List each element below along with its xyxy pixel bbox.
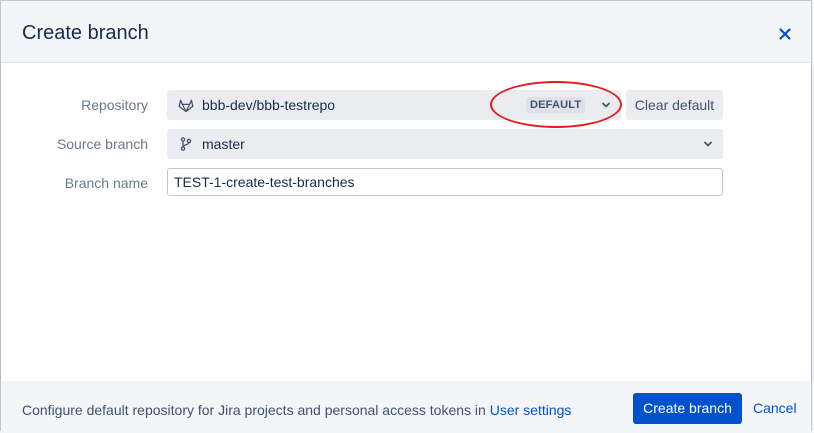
close-button[interactable]	[771, 21, 799, 47]
chevron-down-icon	[704, 141, 712, 147]
source-branch-value: master	[202, 136, 245, 152]
dialog-header: Create branch	[1, 1, 811, 63]
branch-icon	[180, 137, 192, 151]
repository-row: Repository bbb-dev/bbb-testrepo DEFAULT …	[1, 90, 811, 120]
repository-value: bbb-dev/bbb-testrepo	[202, 97, 336, 113]
source-branch-select[interactable]: master	[167, 129, 723, 159]
close-icon	[779, 28, 791, 40]
footer-message: Configure default repository for Jira pr…	[22, 402, 486, 418]
dialog-footer: Configure default repository for Jira pr…	[1, 381, 811, 432]
default-badge: DEFAULT	[526, 97, 586, 113]
branch-name-input[interactable]	[167, 168, 723, 196]
create-branch-button[interactable]: Create branch	[633, 393, 742, 424]
chevron-down-icon	[602, 102, 610, 108]
cancel-button[interactable]: Cancel	[753, 393, 797, 424]
create-branch-dialog: Create branch Repository bbb-dev/bbb-tes…	[0, 0, 812, 432]
dialog-body: Repository bbb-dev/bbb-testrepo DEFAULT …	[1, 63, 811, 381]
repository-select[interactable]: bbb-dev/bbb-testrepo DEFAULT	[167, 90, 621, 120]
user-settings-link[interactable]: User settings	[490, 402, 572, 418]
clear-default-button[interactable]: Clear default	[626, 90, 723, 120]
source-branch-label: Source branch	[56, 136, 148, 152]
dialog-title: Create branch	[22, 22, 149, 44]
source-branch-row: Source branch master	[1, 129, 811, 159]
branch-name-label: Branch name	[64, 175, 148, 191]
gitlab-icon	[178, 99, 194, 113]
repository-label: Repository	[81, 97, 148, 113]
footer-text: Configure default repository for Jira pr…	[22, 402, 571, 418]
branch-name-row: Branch name	[1, 168, 811, 198]
